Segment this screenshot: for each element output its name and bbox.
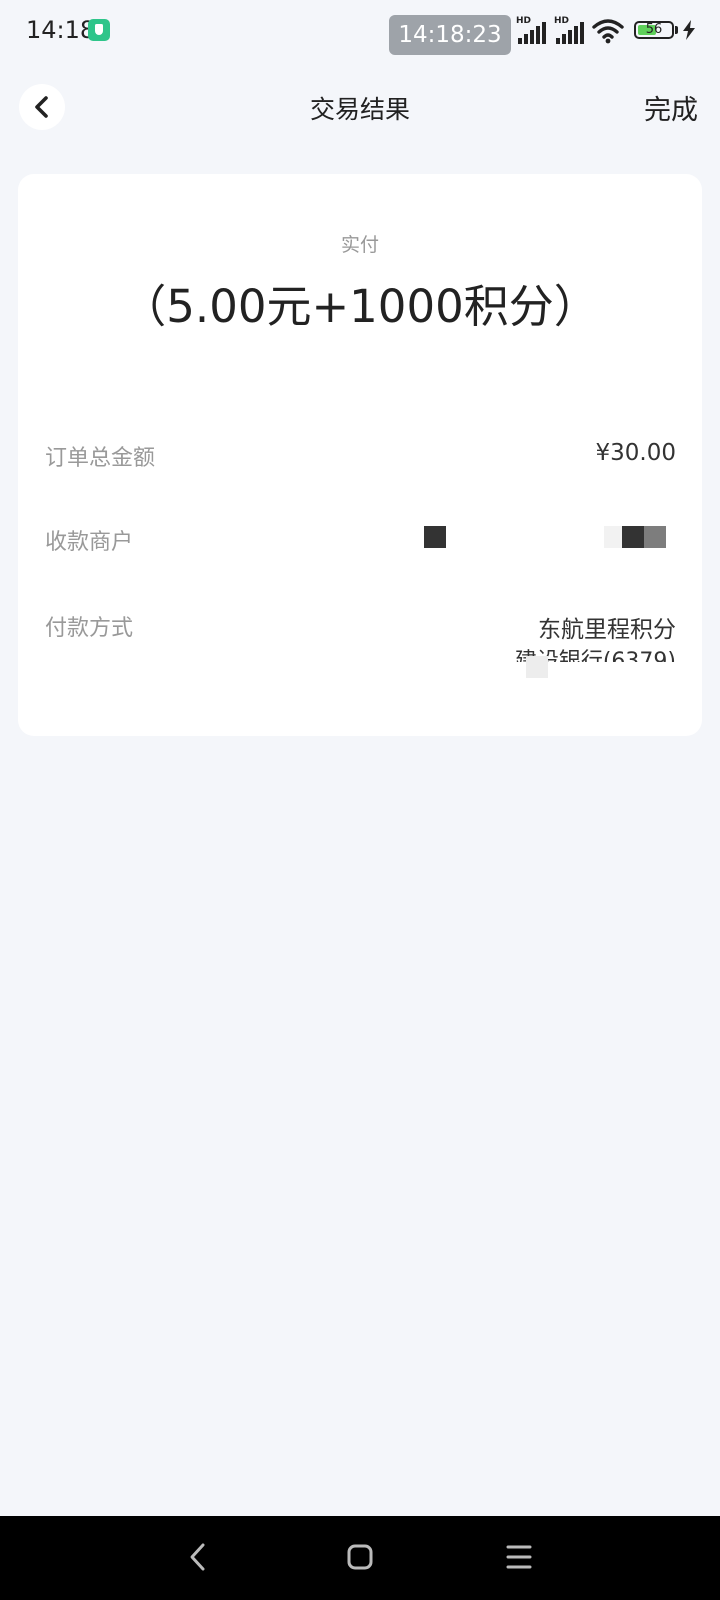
paid-amount: （5.00元+1000积分） — [121, 280, 599, 333]
merchant-redaction — [644, 526, 666, 548]
battery-icon: 56 — [634, 21, 674, 39]
merchant-redaction — [604, 526, 622, 548]
battery-tip — [675, 26, 678, 34]
payment-method-label: 付款方式 — [45, 616, 134, 641]
signal-icon: HD — [554, 16, 588, 44]
nav-menu-icon[interactable] — [505, 1544, 533, 1570]
nav-back-icon[interactable] — [186, 1542, 210, 1572]
status-time: 14:18 — [26, 16, 96, 44]
shield-icon — [88, 19, 110, 41]
merchant-label: 收款商户 — [45, 530, 134, 555]
paid-label: 实付 — [340, 234, 379, 256]
signal-hd-label: HD — [554, 16, 570, 26]
payment-method-account: 建设银行(6379) — [514, 649, 676, 662]
merchant-redaction — [622, 526, 644, 548]
wifi-icon — [592, 19, 624, 44]
payment-result-card: 实付 （5.00元+1000积分） 订单总金额 ¥30.00 收款商户 付款方式… — [18, 174, 702, 736]
clock-overlay: 14:18:23 — [389, 15, 511, 55]
account-redaction — [526, 656, 548, 678]
signal-icon: HD — [516, 16, 550, 44]
order-total-label: 订单总金额 — [45, 446, 156, 471]
battery-level: 56 — [645, 22, 663, 37]
page-title: 交易结果 — [309, 95, 410, 124]
payment-method-value: 东航里程积分 — [538, 617, 676, 643]
order-total-value: ¥30.00 — [595, 440, 676, 466]
nav-home-icon[interactable] — [346, 1542, 374, 1572]
status-bar: 14:18 14:18:23 HD HD 56 — [0, 0, 720, 64]
done-button[interactable]: 完成 — [644, 88, 698, 127]
merchant-redaction — [424, 526, 446, 548]
signal-hd-label: HD — [516, 16, 532, 26]
system-nav-bar — [0, 1516, 720, 1600]
charging-icon — [683, 20, 695, 40]
